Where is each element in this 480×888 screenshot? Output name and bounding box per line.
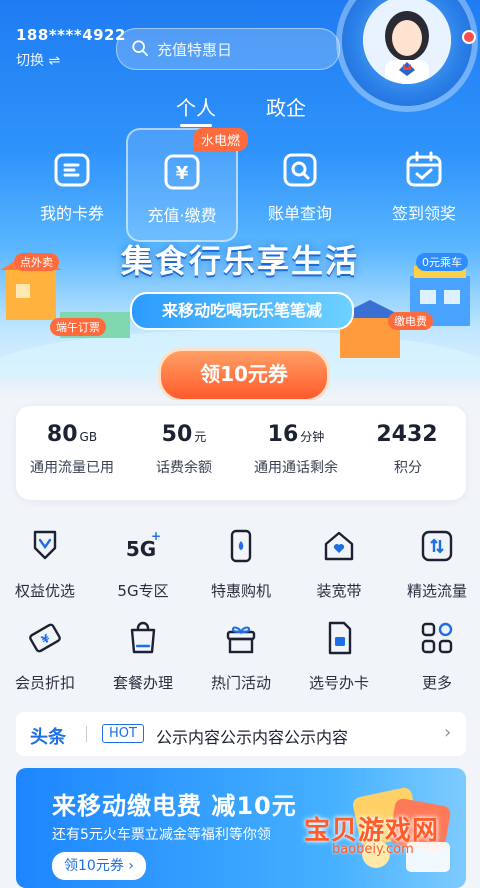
stat-data-used[interactable]: 80 GB 通用流量已用	[16, 422, 128, 477]
stat-label: 通用通话剩余	[254, 460, 338, 476]
search-placeholder: 充值特惠日	[157, 41, 233, 59]
service-package[interactable]: 套餐办理	[95, 620, 191, 693]
banner-subtitle: 来移动吃喝玩乐笔笔减	[130, 292, 354, 330]
service-5g[interactable]: 5G + 5G专区	[95, 528, 191, 601]
bill-search-icon	[283, 153, 317, 187]
divider	[86, 726, 87, 742]
discount-ticket-icon: ¥	[29, 623, 61, 653]
stat-unit: 元	[194, 430, 207, 444]
gift-icon	[226, 626, 256, 654]
notification-dot	[462, 30, 476, 44]
search-bar[interactable]: 充值特惠日	[116, 28, 340, 70]
stat-unit: 分钟	[300, 430, 325, 444]
chip-takeout[interactable]: 点外卖	[14, 253, 59, 271]
promo-subtitle: 还有5元火车票立减金等福利等你领	[52, 827, 271, 843]
service-label: 热门活动	[210, 674, 271, 692]
service-benefits[interactable]: 权益优选	[0, 528, 93, 601]
quick-label: 我的卡券	[39, 204, 104, 223]
quick-bill-query[interactable]: 账单查询	[246, 128, 354, 238]
more-grid-icon	[421, 622, 453, 654]
data-traffic-icon	[421, 530, 453, 562]
chip-electric-bill[interactable]: 缴电费	[388, 312, 433, 330]
service-label: 套餐办理	[112, 674, 173, 692]
card-voucher-icon	[54, 153, 90, 187]
service-label: 会员折扣	[14, 674, 75, 692]
svg-text:¥: ¥	[176, 163, 189, 184]
utilities-tag: 水电燃	[193, 128, 249, 151]
phone-number: 188****4922	[16, 26, 126, 44]
stat-value: 80	[46, 422, 78, 447]
service-hot-events[interactable]: 热门活动	[193, 620, 289, 693]
account-stats-card: 80 GB 通用流量已用 50 元 话费余额 16 分钟 通用通话剩余 2432 积分	[16, 406, 466, 500]
stat-label: 通用流量已用	[30, 460, 114, 476]
svg-text:+: +	[151, 529, 161, 543]
service-label: 选号办卡	[308, 674, 369, 692]
service-label: 5G专区	[117, 582, 169, 600]
stat-value: 50	[161, 422, 193, 447]
sim-card-icon	[328, 621, 352, 655]
service-member-discount[interactable]: ¥ 会员折扣	[0, 620, 93, 693]
service-label: 特惠购机	[210, 582, 271, 600]
headline-title: 头条	[30, 727, 66, 748]
banner-title: 集食行乐享生活	[120, 242, 359, 280]
chip-dragon-boat[interactable]: 端午订票	[50, 318, 106, 336]
quick-label: 账单查询	[267, 204, 332, 223]
service-more[interactable]: 更多	[389, 620, 480, 693]
promo-title: 来移动缴电费 减10元	[52, 792, 297, 820]
service-number-sim[interactable]: 选号办卡	[291, 620, 387, 693]
medal-icon	[33, 530, 57, 560]
promo-claim-button[interactable]: 领10元券 ›	[52, 852, 146, 880]
quick-label: 充值·缴费	[147, 206, 217, 225]
tab-enterprise[interactable]: 政企	[266, 92, 306, 121]
avatar-illustration	[363, 0, 451, 84]
service-label: 精选流量	[406, 582, 467, 600]
claim-coupon-button[interactable]: 领10元券	[158, 348, 330, 400]
headline-text: 公示内容公示内容公示内容	[156, 728, 349, 747]
stat-points[interactable]: 2432 积分	[352, 422, 464, 477]
service-label: 权益优选	[14, 582, 75, 600]
shopping-bag-icon	[130, 621, 156, 654]
calendar-check-icon	[406, 151, 442, 187]
service-label: 装宽带	[316, 582, 362, 600]
hero-header: 188****4922 切换 ⇌ 充值特惠日 个人 政企 我的卡券 ¥ 充值·缴…	[0, 0, 480, 400]
service-data-plans[interactable]: 精选流量	[389, 528, 480, 601]
5g-icon: 5G +	[126, 529, 161, 561]
quick-sign-in[interactable]: 签到领奖	[370, 128, 478, 238]
chevron-right-icon: ›	[444, 722, 452, 743]
headline-bar[interactable]: 头条 HOT 公示内容公示内容公示内容 ›	[16, 712, 466, 756]
search-icon	[132, 40, 149, 57]
chip-free-ride[interactable]: 0元乘车	[416, 253, 468, 271]
stat-label: 积分	[394, 460, 422, 476]
hot-badge: HOT	[102, 724, 144, 743]
stat-value: 16	[267, 422, 299, 447]
stat-unit: GB	[79, 430, 98, 444]
tab-personal[interactable]: 个人	[176, 92, 216, 127]
stat-value: 2432	[376, 422, 438, 447]
phone-icon	[230, 529, 252, 563]
switch-account-link[interactable]: 切换 ⇌	[16, 50, 60, 70]
stat-balance[interactable]: 50 元 话费余额	[128, 422, 240, 477]
quick-my-vouchers[interactable]: 我的卡券	[18, 128, 126, 238]
quick-label: 签到领奖	[391, 204, 456, 223]
service-phone-deals[interactable]: 特惠购机	[193, 528, 289, 601]
service-broadband[interactable]: 装宽带	[291, 528, 387, 601]
stat-label: 话费余额	[156, 460, 212, 476]
yuan-recharge-icon: ¥	[164, 154, 200, 190]
service-label: 更多	[421, 674, 452, 692]
stat-call-minutes[interactable]: 16 分钟 通用通话剩余	[240, 422, 352, 477]
watermark-url: baobeiy.com	[332, 842, 414, 857]
avatar[interactable]	[363, 0, 451, 84]
home-broadband-icon	[324, 531, 354, 561]
